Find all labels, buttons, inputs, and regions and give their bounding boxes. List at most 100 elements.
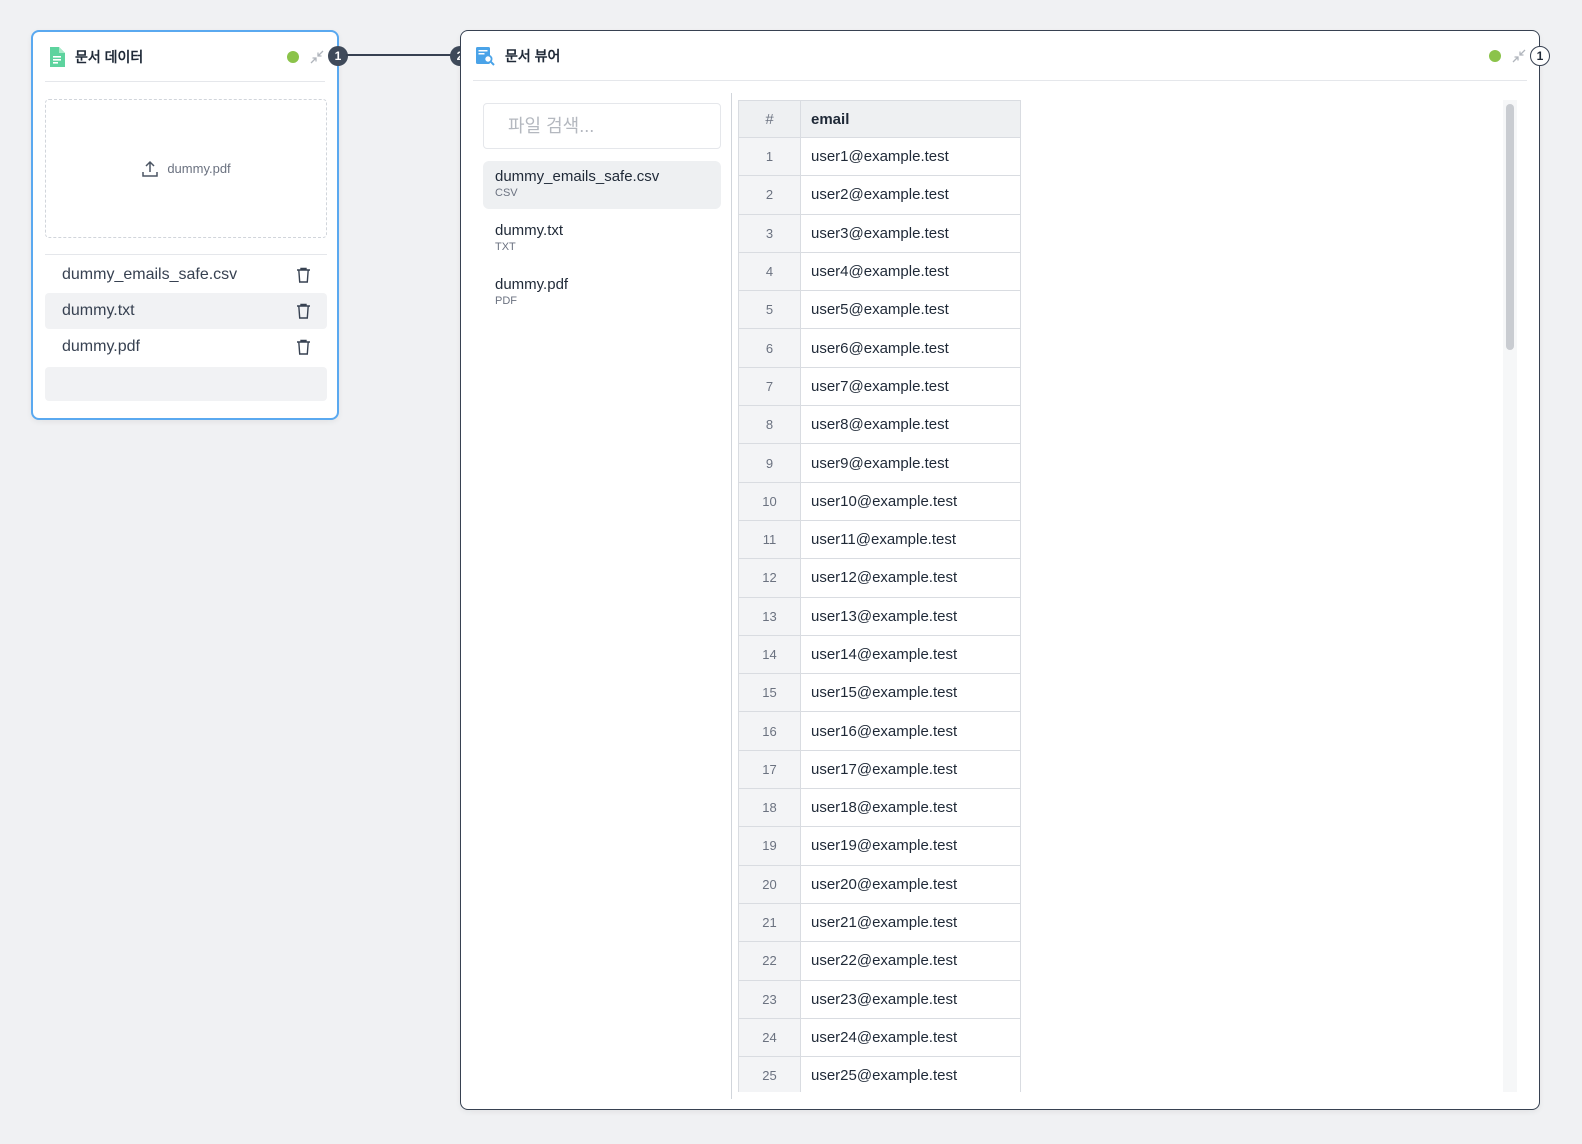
scrollbar-thumb[interactable] <box>1506 104 1514 350</box>
panel-splitter[interactable] <box>731 93 732 1099</box>
file-search[interactable] <box>483 103 740 149</box>
column-header-email[interactable]: email <box>800 100 1021 138</box>
table-row[interactable]: 16 user16@example.test <box>738 711 1021 751</box>
viewer-file-item[interactable]: dummy.txt TXT <box>483 215 721 263</box>
email-cell[interactable]: user4@example.test <box>800 251 1021 292</box>
email-cell[interactable]: user13@example.test <box>800 596 1021 636</box>
email-cell[interactable]: user19@example.test <box>800 826 1021 866</box>
search-input[interactable] <box>508 115 740 137</box>
file-name: dummy.pdf <box>62 338 140 355</box>
upload-dropzone[interactable]: dummy.pdf <box>45 99 327 238</box>
email-cell[interactable]: user25@example.test <box>800 1056 1021 1092</box>
table-row[interactable]: 2 user2@example.test <box>738 175 1021 215</box>
vertical-scrollbar[interactable] <box>1503 100 1517 1092</box>
document-viewer-node[interactable]: 문서 뷰어 dummy_emails_safe.csv CSV dummy.tx… <box>460 30 1540 1110</box>
table-row[interactable]: 14 user14@example.test <box>738 634 1021 675</box>
email-cell[interactable]: user8@example.test <box>800 405 1021 445</box>
status-indicator <box>287 50 299 63</box>
file-item[interactable]: dummy_emails_safe.csv <box>45 257 327 293</box>
row-index-cell: 17 <box>738 749 801 790</box>
table-row[interactable]: 18 user18@example.test <box>738 788 1021 828</box>
row-index-cell: 2 <box>738 175 801 215</box>
row-index-cell: 5 <box>738 290 801 330</box>
email-cell[interactable]: user15@example.test <box>800 673 1021 713</box>
email-cell[interactable]: user12@example.test <box>800 558 1021 598</box>
trash-icon[interactable] <box>296 267 311 283</box>
email-cell[interactable]: user17@example.test <box>800 749 1021 790</box>
email-cell[interactable]: user22@example.test <box>800 941 1021 981</box>
document-search-icon <box>476 46 495 66</box>
column-header-index[interactable]: # <box>738 100 801 138</box>
viewer-file-type: CSV <box>495 187 518 199</box>
row-index-cell: 14 <box>738 634 801 675</box>
table-row[interactable]: 3 user3@example.test <box>738 213 1021 253</box>
table-row[interactable]: 4 user4@example.test <box>738 251 1021 292</box>
row-index-cell: 20 <box>738 864 801 904</box>
table-row[interactable]: 22 user22@example.test <box>738 941 1021 981</box>
email-cell[interactable]: user9@example.test <box>800 443 1021 483</box>
email-cell[interactable]: user16@example.test <box>800 711 1021 751</box>
email-cell[interactable]: user18@example.test <box>800 788 1021 828</box>
collapse-arrows-icon[interactable] <box>309 49 325 65</box>
email-cell[interactable]: user7@example.test <box>800 366 1021 407</box>
email-cell[interactable]: user21@example.test <box>800 902 1021 943</box>
table-row[interactable]: 25 user25@example.test <box>738 1056 1021 1092</box>
email-cell[interactable]: user1@example.test <box>800 136 1021 177</box>
table-row[interactable]: 20 user20@example.test <box>738 864 1021 904</box>
file-item[interactable]: dummy.txt <box>45 293 327 329</box>
email-cell[interactable]: user10@example.test <box>800 481 1021 521</box>
trash-icon[interactable] <box>296 339 311 355</box>
document-icon <box>50 46 65 67</box>
table-header-row: # email <box>738 100 1021 138</box>
row-index-cell: 7 <box>738 366 801 407</box>
row-index-cell: 21 <box>738 902 801 943</box>
email-cell[interactable]: user23@example.test <box>800 979 1021 1019</box>
table-row[interactable]: 11 user11@example.test <box>738 519 1021 560</box>
node-header[interactable]: 문서 뷰어 <box>473 31 1527 81</box>
viewer-file-item[interactable]: dummy_emails_safe.csv CSV <box>483 161 721 209</box>
upload-label: dummy.pdf <box>167 161 231 176</box>
output-port[interactable]: 1 <box>328 46 348 66</box>
table-row[interactable]: 12 user12@example.test <box>738 558 1021 598</box>
viewer-file-name: dummy.pdf <box>495 276 569 293</box>
email-cell[interactable]: user20@example.test <box>800 864 1021 904</box>
node-header[interactable]: 문서 데이터 <box>45 32 325 82</box>
table-row[interactable]: 24 user24@example.test <box>738 1017 1021 1058</box>
table-row[interactable]: 7 user7@example.test <box>738 366 1021 407</box>
table-row[interactable]: 9 user9@example.test <box>738 443 1021 483</box>
email-cell[interactable]: user14@example.test <box>800 634 1021 675</box>
collapse-arrows-icon[interactable] <box>1511 48 1527 64</box>
table-row[interactable]: 15 user15@example.test <box>738 673 1021 713</box>
email-cell[interactable]: user3@example.test <box>800 213 1021 253</box>
row-index-cell: 10 <box>738 481 801 521</box>
email-cell[interactable]: user24@example.test <box>800 1017 1021 1058</box>
row-index-cell: 15 <box>738 673 801 713</box>
table-row[interactable]: 19 user19@example.test <box>738 826 1021 866</box>
table-row[interactable]: 13 user13@example.test <box>738 596 1021 636</box>
table-row[interactable]: 21 user21@example.test <box>738 902 1021 943</box>
table-row[interactable]: 23 user23@example.test <box>738 979 1021 1019</box>
table-row[interactable]: 8 user8@example.test <box>738 405 1021 445</box>
row-index-cell: 18 <box>738 788 801 828</box>
connection-edge[interactable] <box>346 54 452 56</box>
email-cell[interactable]: user5@example.test <box>800 290 1021 330</box>
email-cell[interactable]: user6@example.test <box>800 328 1021 368</box>
table-row[interactable]: 17 user17@example.test <box>738 749 1021 790</box>
status-indicator <box>1489 49 1501 62</box>
viewer-file-type: PDF <box>495 295 517 307</box>
row-index-cell: 13 <box>738 596 801 636</box>
viewer-file-item[interactable]: dummy.pdf PDF <box>483 269 721 317</box>
table-row[interactable]: 1 user1@example.test <box>738 136 1021 177</box>
table-row[interactable]: 6 user6@example.test <box>738 328 1021 368</box>
email-cell[interactable]: user2@example.test <box>800 175 1021 215</box>
table-row[interactable]: 5 user5@example.test <box>738 290 1021 330</box>
email-cell[interactable]: user11@example.test <box>800 519 1021 560</box>
row-index-cell: 24 <box>738 1017 801 1058</box>
table-row[interactable]: 10 user10@example.test <box>738 481 1021 521</box>
document-data-node[interactable]: 문서 데이터 dummy.pdf dummy_emails_safe.csv d… <box>31 30 339 420</box>
viewer-file-name: dummy_emails_safe.csv <box>495 168 660 185</box>
output-port[interactable]: 1 <box>1530 46 1550 66</box>
trash-icon[interactable] <box>296 303 311 319</box>
file-item[interactable]: dummy.pdf <box>45 329 327 365</box>
row-index-cell: 11 <box>738 519 801 560</box>
